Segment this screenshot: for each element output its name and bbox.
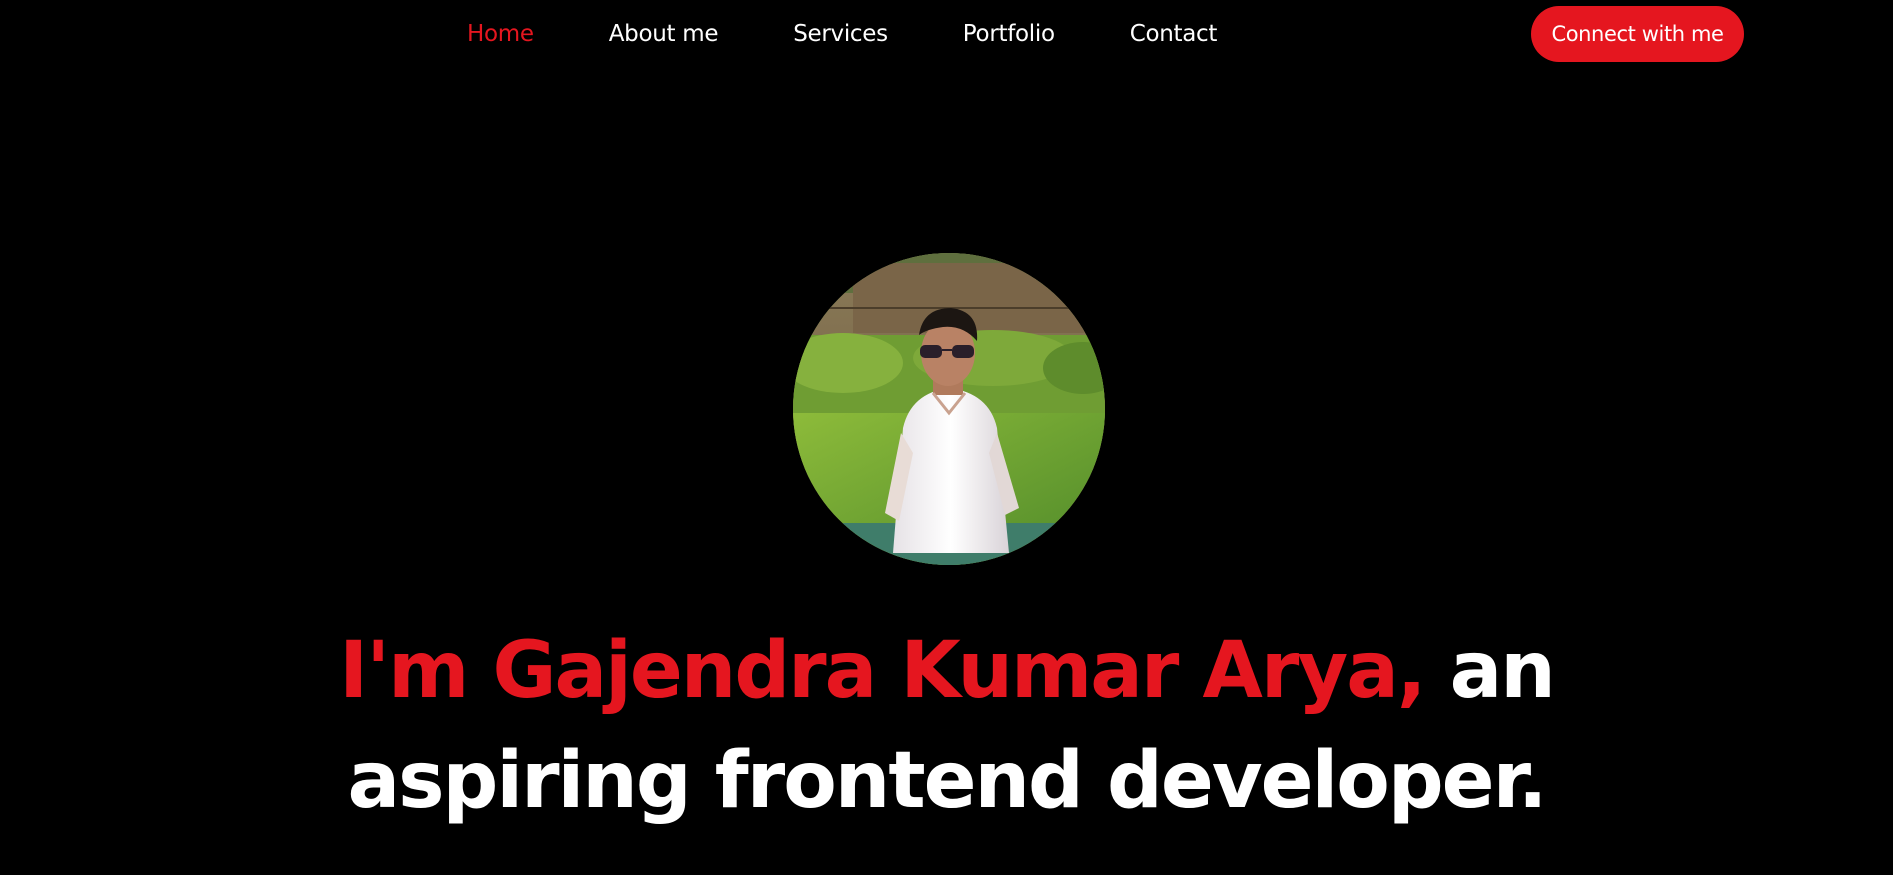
connect-with-me-button[interactable]: Connect with me: [1531, 6, 1744, 62]
nav-contact[interactable]: Contact: [1130, 21, 1218, 47]
nav-portfolio[interactable]: Portfolio: [963, 21, 1055, 47]
nav-services[interactable]: Services: [793, 21, 888, 47]
hero-headline: I'm Gajendra Kumar Arya, an aspiring fro…: [0, 616, 1893, 836]
hero-line2: aspiring frontend developer.: [347, 736, 1547, 826]
page: Home About me Services Portfolio Contact…: [0, 0, 1893, 875]
profile-photo-icon: [793, 253, 1105, 565]
hero-line1-rest: an: [1424, 626, 1556, 716]
nav-home[interactable]: Home: [467, 21, 534, 47]
nav-about-me[interactable]: About me: [609, 21, 719, 47]
main-nav: Home About me Services Portfolio Contact: [467, 0, 1217, 68]
hero-name: I'm Gajendra Kumar Arya,: [339, 626, 1426, 716]
profile-avatar: [793, 253, 1105, 565]
